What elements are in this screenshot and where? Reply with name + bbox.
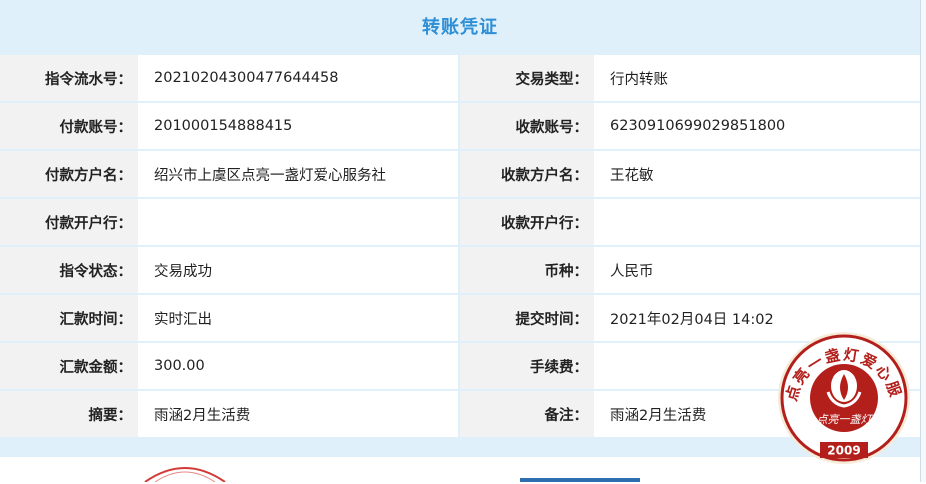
field-value <box>138 199 460 247</box>
field-label: 收款账号： <box>460 103 594 151</box>
field-value: 实时汇出 <box>138 295 460 343</box>
window-edge <box>920 0 926 482</box>
field-value: 201000154888415 <box>138 103 460 151</box>
field-label: 提交时间： <box>460 295 594 343</box>
field-value: 王花敏 <box>594 151 920 199</box>
field-label: 汇款时间： <box>0 295 138 343</box>
table-row: 付款开户行： 收款开户行： <box>0 199 920 247</box>
bottom-bar <box>520 478 640 482</box>
seal-logo-icon: 点亮一盏灯爱心服务社 点亮一盏灯 2009 <box>766 316 910 464</box>
field-label: 备注： <box>460 391 594 439</box>
field-label: 币种： <box>460 247 594 295</box>
field-value: 6230910699029851800 <box>594 103 920 151</box>
field-label: 汇款金额： <box>0 343 138 391</box>
field-value: 300.00 <box>138 343 460 391</box>
voucher-header: 转账凭证 <box>0 0 920 52</box>
field-value: 交易成功 <box>138 247 460 295</box>
table-row: 指令状态： 交易成功 币种： 人民币 <box>0 247 920 295</box>
field-value <box>594 199 920 247</box>
page-title: 转账凭证 <box>422 17 498 38</box>
table-row: 付款方户名： 绍兴市上虞区点亮一盏灯爱心服务社 收款方户名： 王花敏 <box>0 151 920 199</box>
field-value: 行内转账 <box>594 55 920 103</box>
field-label: 指令状态： <box>0 247 138 295</box>
field-label: 收款开户行： <box>460 199 594 247</box>
svg-text:2009: 2009 <box>827 444 860 458</box>
stamp-partial <box>140 462 230 482</box>
field-value: 20210204300477644458 <box>138 55 460 103</box>
field-value: 人民币 <box>594 247 920 295</box>
table-row: 付款账号： 201000154888415 收款账号： 623091069902… <box>0 103 920 151</box>
stamp-partial-icon <box>144 467 226 482</box>
field-label: 交易类型： <box>460 55 594 103</box>
field-value: 绍兴市上虞区点亮一盏灯爱心服务社 <box>138 151 460 199</box>
field-label: 收款方户名： <box>460 151 594 199</box>
field-value: 雨涵2月生活费 <box>138 391 460 439</box>
field-label: 付款方户名： <box>0 151 138 199</box>
field-label: 摘要： <box>0 391 138 439</box>
field-label: 手续费： <box>460 343 594 391</box>
organization-seal: 点亮一盏灯爱心服务社 点亮一盏灯 2009 <box>766 316 912 466</box>
svg-text:点亮一盏灯: 点亮一盏灯 <box>817 413 874 426</box>
field-label: 付款开户行： <box>0 199 138 247</box>
table-row: 指令流水号： 20210204300477644458 交易类型： 行内转账 <box>0 55 920 103</box>
field-label: 指令流水号： <box>0 55 138 103</box>
field-label: 付款账号： <box>0 103 138 151</box>
